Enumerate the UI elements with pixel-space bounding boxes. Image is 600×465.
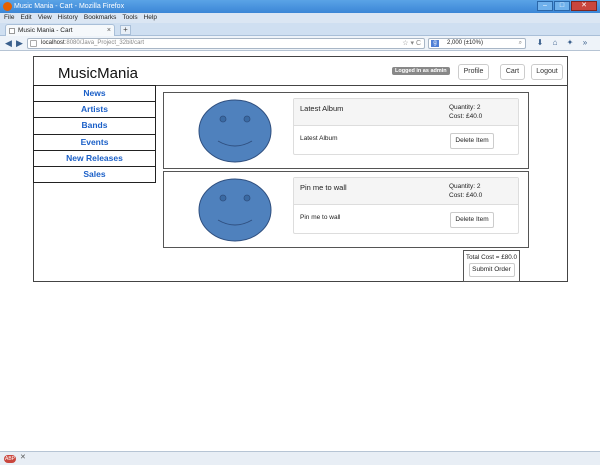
downloads-icon[interactable]: ⬇: [535, 38, 545, 48]
home-icon[interactable]: ⌂: [550, 38, 560, 48]
navigation-toolbar: ◀ ▶ localhost:8080/Java_Project_32bit/ca…: [0, 36, 600, 51]
toolbar-icons: ⬇ ⌂ ✦ »: [535, 38, 590, 48]
back-icon[interactable]: ◀: [3, 38, 14, 49]
status-bar: ABP ✕: [0, 451, 600, 465]
menu-bar: File Edit View History Bookmarks Tools H…: [0, 13, 600, 23]
maximize-button[interactable]: □: [554, 1, 570, 11]
menu-file[interactable]: File: [4, 13, 14, 23]
search-engine-icon[interactable]: g: [431, 40, 439, 47]
cart-item-title: Latest Album: [300, 104, 344, 113]
search-value: 2,000 (±10%): [447, 40, 483, 46]
total-cost: Total Cost = £80.0: [466, 254, 517, 261]
menu-view[interactable]: View: [38, 13, 52, 23]
url-host: localhost: [41, 40, 65, 46]
cart-item-cost: Cost: £40.0: [449, 113, 483, 120]
sidebar-item-news[interactable]: News: [33, 85, 156, 103]
logout-button[interactable]: Logout: [531, 64, 563, 80]
site-container: MusicMania Logged in as admin Profile Ca…: [33, 56, 568, 282]
cart-item-header: Latest Album Quantity: 2 Cost: £40.0: [294, 99, 518, 126]
cart-item-quantity: Quantity: 2: [449, 183, 481, 190]
cart-item-meta: Quantity: 2 Cost: £40.0: [449, 182, 482, 200]
search-bar[interactable]: g 2,000 (±10%) ⌕: [428, 38, 526, 49]
smiley-face-icon: [198, 99, 272, 163]
window-controls: – □ ✕: [537, 1, 597, 12]
forward-icon[interactable]: ▶: [14, 38, 25, 49]
cart-item: Pin me to wall Quantity: 2 Cost: £40.0 P…: [163, 171, 529, 248]
category-sidebar: News Artists Bands Events New Releases S…: [33, 85, 156, 184]
order-total-box: Total Cost = £80.0 Submit Order: [463, 250, 520, 282]
new-tab-button[interactable]: +: [120, 25, 131, 35]
addon-bar-icon[interactable]: ABP: [4, 455, 16, 463]
cart-item-description: Pin me to wall: [300, 214, 341, 221]
site-brand[interactable]: MusicMania: [58, 65, 138, 82]
profile-button[interactable]: Profile: [458, 64, 489, 80]
window-title: Music Mania - Cart - Mozilla Firefox: [14, 3, 125, 10]
smiley-face-icon: [198, 178, 272, 242]
menu-edit[interactable]: Edit: [20, 13, 31, 23]
minimize-button[interactable]: –: [537, 1, 553, 11]
cart-item-quantity: Quantity: 2: [449, 104, 481, 111]
cart-item: Latest Album Quantity: 2 Cost: £40.0 Lat…: [163, 92, 529, 169]
tab-cart[interactable]: Music Mania - Cart ×: [5, 24, 115, 36]
cart-button[interactable]: Cart: [500, 64, 525, 80]
addons-icon[interactable]: ✦: [565, 38, 575, 48]
menu-tools[interactable]: Tools: [122, 13, 137, 23]
cart-item-panel: Pin me to wall Quantity: 2 Cost: £40.0 P…: [293, 177, 519, 234]
close-tab-icon[interactable]: ×: [107, 25, 111, 36]
cart-item-panel: Latest Album Quantity: 2 Cost: £40.0 Lat…: [293, 98, 519, 155]
cart-item-meta: Quantity: 2 Cost: £40.0: [449, 103, 482, 121]
menu-overflow-icon[interactable]: »: [580, 38, 590, 48]
site-header: MusicMania Logged in as admin Profile Ca…: [34, 57, 567, 86]
cart-item-title: Pin me to wall: [300, 183, 347, 192]
search-icon[interactable]: ⌕: [519, 39, 522, 48]
delete-item-button[interactable]: Delete Item: [450, 133, 494, 149]
delete-item-button[interactable]: Delete Item: [450, 212, 494, 228]
url-path: :8080/Java_Project_32bit/cart: [64, 40, 145, 46]
submit-order-button[interactable]: Submit Order: [468, 263, 515, 277]
firefox-icon: [3, 2, 12, 11]
window-titlebar: Music Mania - Cart - Mozilla Firefox – □…: [0, 0, 600, 13]
login-status-badge: Logged in as admin: [392, 67, 450, 75]
tab-title: Music Mania - Cart: [18, 27, 73, 34]
page-icon: [9, 28, 15, 34]
close-addon-bar-icon[interactable]: ✕: [20, 453, 26, 461]
cart-item-cost: Cost: £40.0: [449, 192, 483, 199]
sidebar-item-new-releases[interactable]: New Releases: [33, 149, 156, 167]
cart-item-description: Latest Album: [300, 135, 338, 142]
sidebar-item-events[interactable]: Events: [33, 133, 156, 151]
sidebar-item-bands[interactable]: Bands: [33, 117, 156, 135]
menu-history[interactable]: History: [58, 13, 78, 23]
url-bar[interactable]: localhost:8080/Java_Project_32bit/cart ☆…: [27, 38, 425, 49]
menu-help[interactable]: Help: [144, 13, 157, 23]
bookmark-star-icon[interactable]: ☆ ▾ C: [402, 39, 421, 48]
close-window-button[interactable]: ✕: [571, 1, 597, 11]
menu-bookmarks[interactable]: Bookmarks: [84, 13, 117, 23]
cart-item-header: Pin me to wall Quantity: 2 Cost: £40.0: [294, 178, 518, 205]
sidebar-item-sales[interactable]: Sales: [33, 165, 156, 184]
sidebar-item-artists[interactable]: Artists: [33, 101, 156, 119]
tab-bar: Music Mania - Cart × +: [0, 23, 600, 36]
site-identity-icon: [30, 40, 37, 47]
page-viewport: MusicMania Logged in as admin Profile Ca…: [0, 51, 600, 451]
